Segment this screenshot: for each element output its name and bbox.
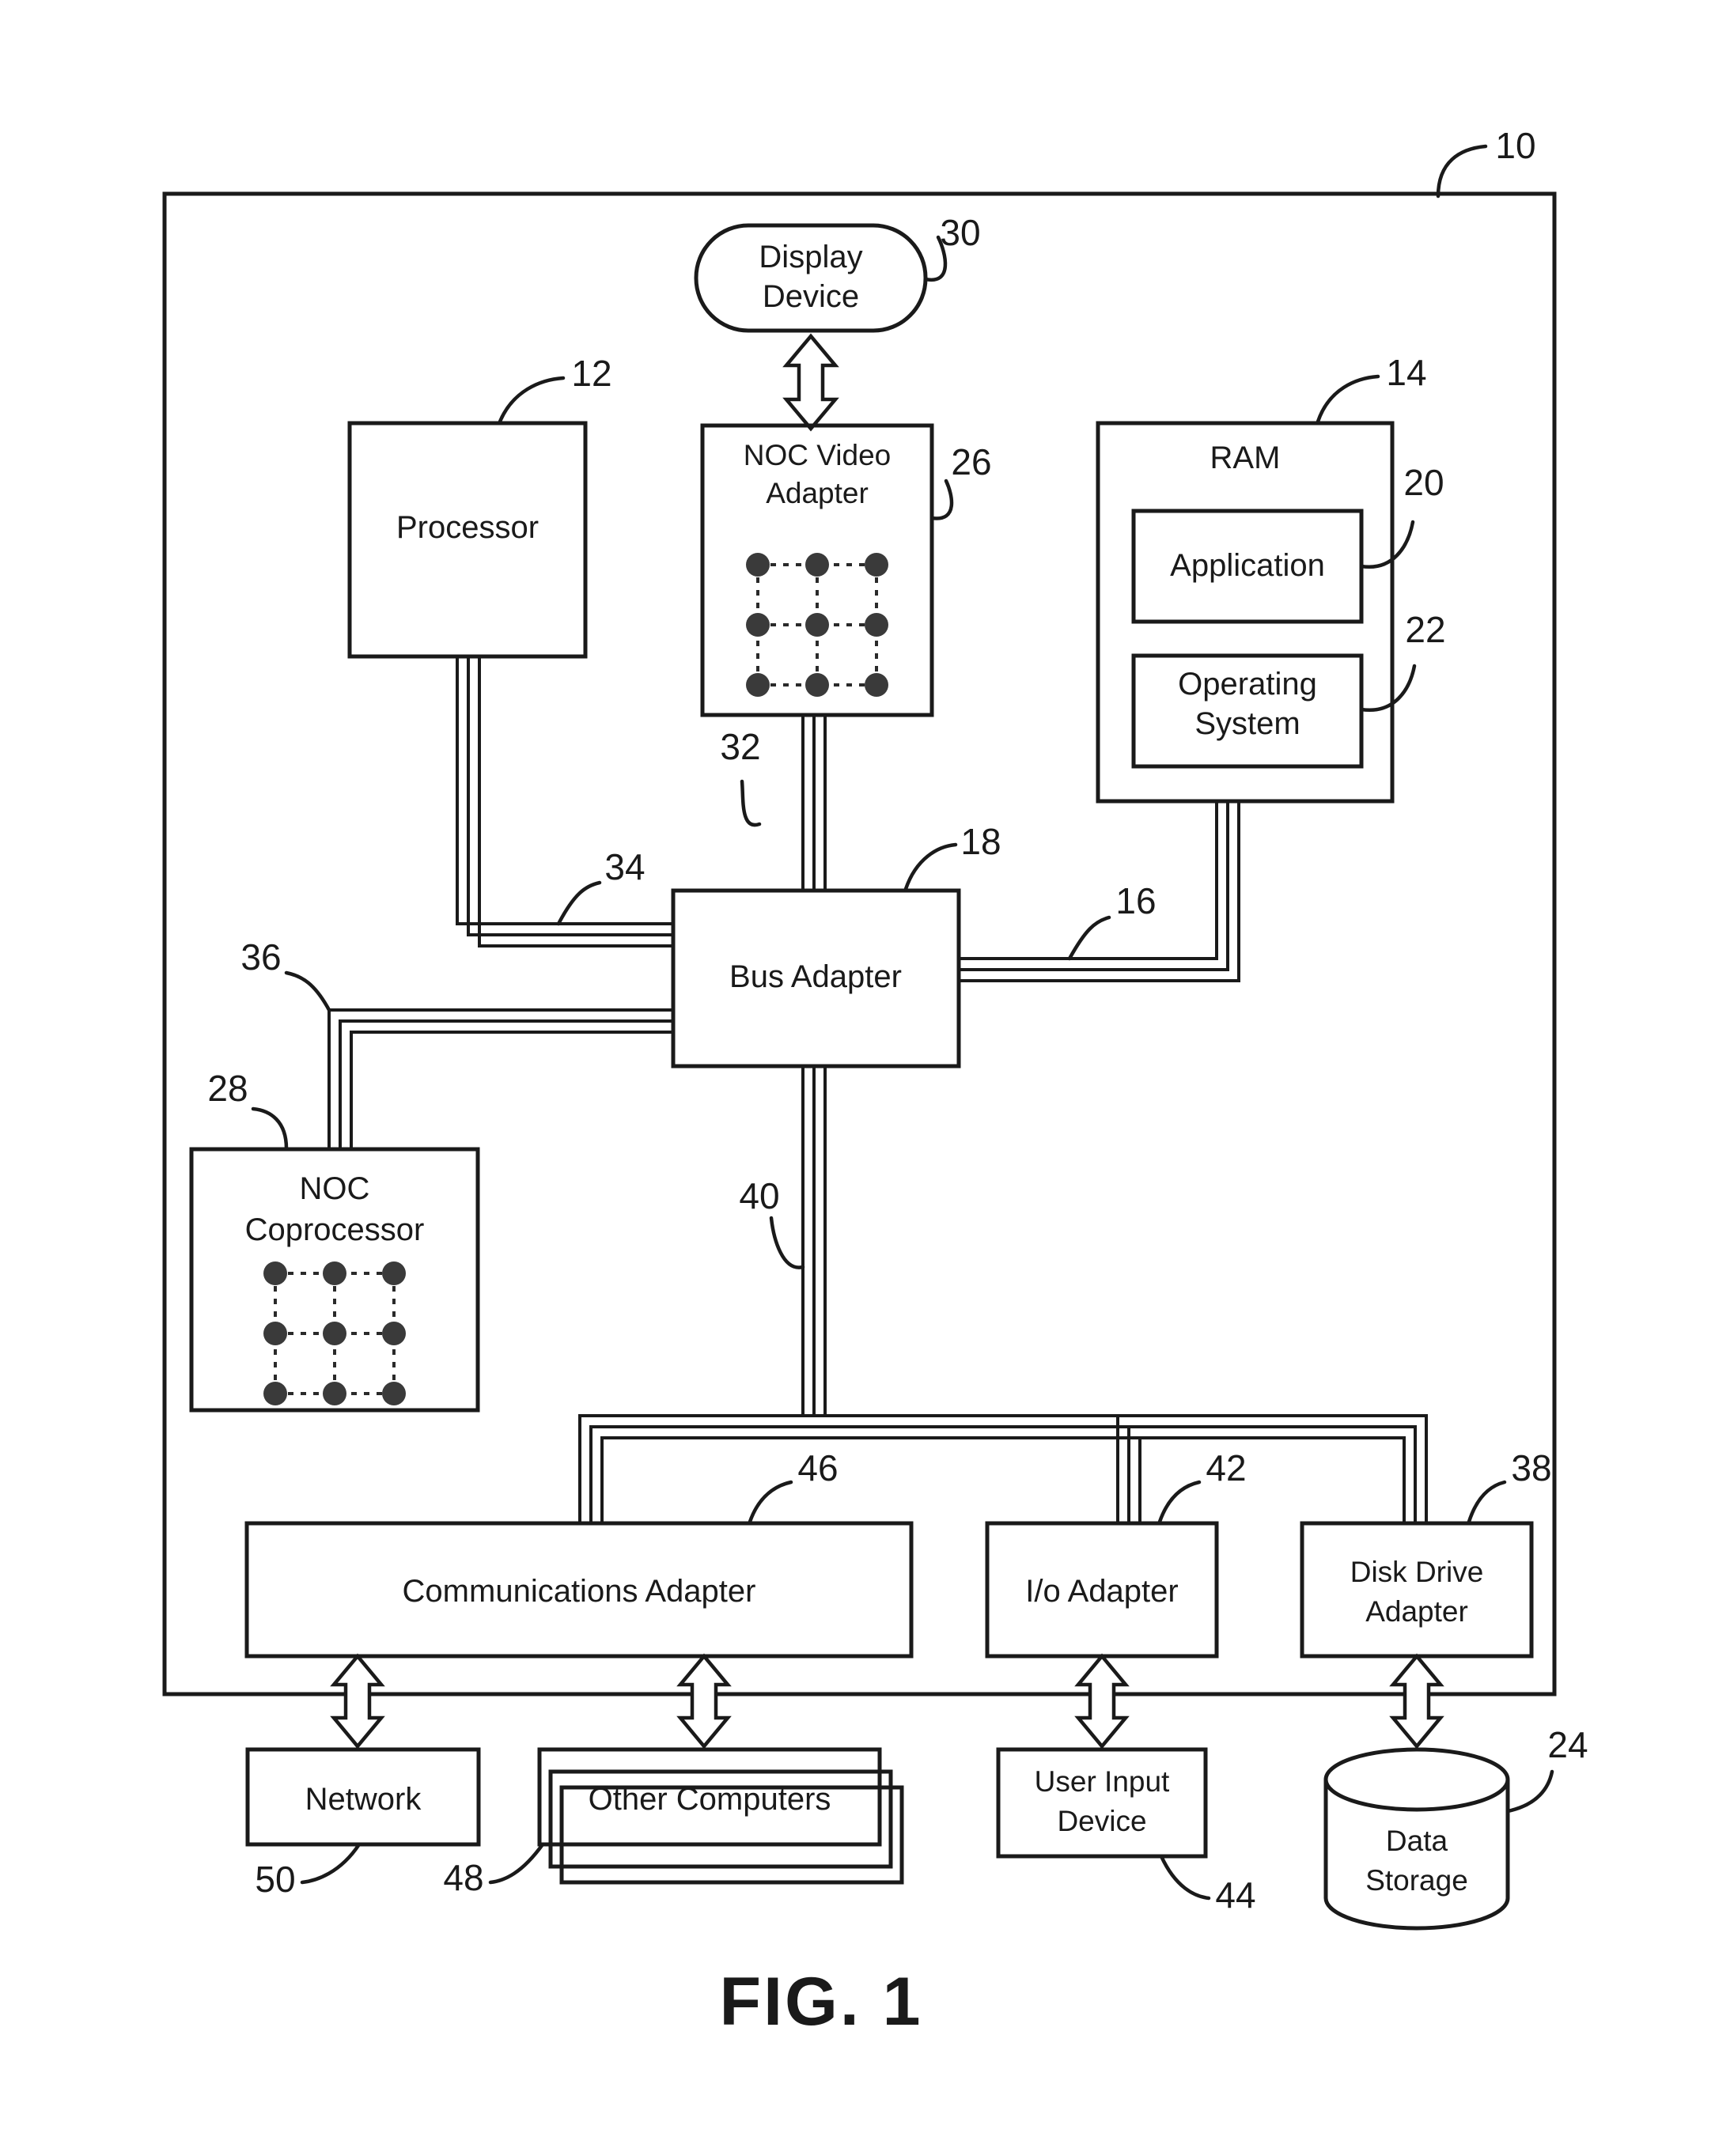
leader-line-40	[769, 1216, 805, 1269]
ref-number-46: 46	[797, 1447, 838, 1488]
noc-video-adapter-label-line2: Adapter	[766, 477, 869, 509]
other-computers-double-arrow	[676, 1653, 732, 1749]
leader-line-18	[903, 842, 958, 891]
noc-coprocessor-label-line2: Coprocessor	[245, 1212, 425, 1247]
leader-line-26	[929, 478, 954, 520]
disk-drive-adapter-label-line2: Adapter	[1365, 1595, 1468, 1628]
ref-number-32: 32	[720, 726, 760, 767]
data-storage-label-line2: Storage	[1365, 1864, 1468, 1897]
ref-number-26: 26	[951, 441, 991, 482]
computer-outer-boundary	[162, 191, 1557, 1696]
leader-line-32	[740, 779, 762, 827]
disk-drive-adapter-box	[1300, 1521, 1534, 1659]
leader-line-42	[1157, 1480, 1202, 1524]
leader-line-20	[1359, 520, 1415, 569]
ref-number-40: 40	[739, 1175, 779, 1216]
processor-label: Processor	[396, 510, 539, 545]
operating-system-label-line2: System	[1194, 706, 1300, 741]
bus-36-coprocessor	[327, 1008, 673, 1149]
io-adapter-label: I/o Adapter	[1025, 1574, 1178, 1609]
leader-line-12	[498, 376, 566, 424]
ref-number-16: 16	[1115, 880, 1156, 921]
leader-line-36	[284, 970, 331, 1012]
noc-video-adapter-mesh	[746, 553, 888, 697]
bus-40-expansion	[801, 1066, 827, 1416]
ram-box	[1096, 421, 1395, 804]
bus-adapter-label: Bus Adapter	[729, 959, 902, 994]
leader-line-44	[1159, 1854, 1211, 1901]
user-input-device-label-line1: User Input	[1035, 1765, 1170, 1798]
leader-line-38	[1467, 1480, 1507, 1524]
bus-34-processor	[456, 656, 673, 948]
figure-1-diagram: 10 Display Device 30 Processor 12 NOC Vi…	[0, 0, 1715, 2156]
ref-number-50: 50	[255, 1859, 295, 1900]
display-device-label-line1: Display	[759, 240, 862, 274]
leader-line-46	[748, 1480, 793, 1524]
ref-number-44: 44	[1215, 1874, 1255, 1916]
network-label: Network	[305, 1782, 422, 1817]
application-label: Application	[1170, 548, 1325, 583]
other-computers-label: Other Computers	[589, 1782, 831, 1817]
leader-line-16	[1067, 915, 1111, 961]
leader-line-10	[1436, 144, 1488, 199]
figure-caption: FIG. 1	[720, 1964, 923, 2040]
ref-number-30: 30	[940, 212, 980, 253]
ref-number-14: 14	[1386, 352, 1426, 393]
ref-number-24: 24	[1547, 1724, 1588, 1765]
ref-number-42: 42	[1206, 1447, 1246, 1488]
data-storage-label-line1: Data	[1386, 1825, 1448, 1857]
ram-label: RAM	[1210, 441, 1281, 475]
leader-line-28	[251, 1106, 289, 1151]
ref-number-10: 10	[1495, 125, 1535, 166]
ref-number-34: 34	[604, 846, 645, 887]
ref-number-38: 38	[1511, 1447, 1551, 1488]
expansion-bus-horizontal	[578, 1414, 1428, 1523]
ref-number-12: 12	[571, 353, 611, 394]
ref-number-48: 48	[443, 1857, 483, 1898]
noc-video-adapter-label-line1: NOC Video	[744, 439, 891, 471]
network-double-arrow	[330, 1653, 385, 1749]
disk-drive-adapter-label-line1: Disk Drive	[1350, 1556, 1484, 1588]
leader-line-50	[300, 1842, 362, 1885]
leader-line-14	[1316, 374, 1380, 424]
leader-line-22	[1359, 664, 1417, 713]
bus-32-video	[801, 715, 827, 891]
user-input-double-arrow	[1074, 1653, 1130, 1749]
noc-coprocessor-mesh	[263, 1261, 406, 1405]
data-storage-double-arrow	[1389, 1653, 1444, 1749]
leader-line-48	[488, 1842, 545, 1885]
operating-system-label-line1: Operating	[1178, 667, 1317, 702]
leader-line-34	[556, 880, 602, 926]
display-video-double-arrow	[782, 333, 839, 432]
user-input-device-label-line2: Device	[1057, 1805, 1146, 1837]
ref-number-18: 18	[960, 821, 1001, 862]
communications-adapter-label: Communications Adapter	[403, 1574, 756, 1609]
noc-coprocessor-label-line1: NOC	[300, 1171, 370, 1206]
display-device-label-line2: Device	[763, 279, 859, 314]
ref-number-20: 20	[1403, 462, 1444, 503]
ref-number-36: 36	[240, 936, 281, 978]
ref-number-22: 22	[1405, 609, 1445, 650]
ref-number-28: 28	[207, 1068, 248, 1109]
leader-line-24	[1505, 1769, 1554, 1814]
